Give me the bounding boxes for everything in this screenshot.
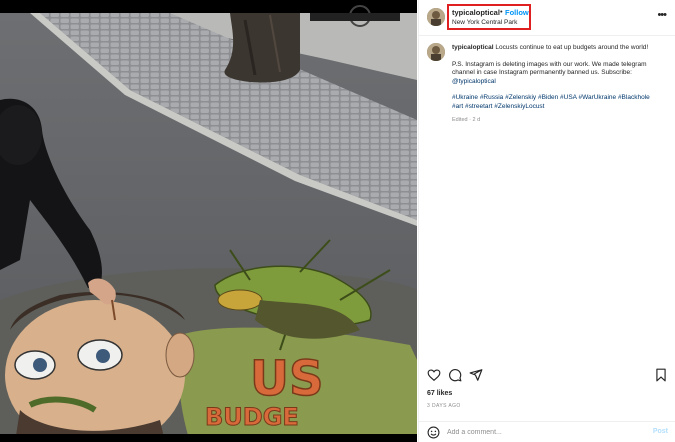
post-details-panel: typicaloptical • Follow New York Central… bbox=[418, 0, 675, 442]
caption-line2: P.S. Instagram is deleting images with o… bbox=[452, 60, 647, 77]
svg-text:US: US bbox=[250, 351, 324, 407]
caption-avatar[interactable] bbox=[427, 43, 445, 61]
comments-section[interactable]: typicaloptical Locusts continue to eat u… bbox=[419, 36, 675, 354]
more-horizontal-icon[interactable]: ••• bbox=[657, 9, 667, 21]
caption-username[interactable]: typicaloptical bbox=[452, 44, 494, 51]
edited-label: Edited · 2 d bbox=[452, 116, 481, 123]
post-photo[interactable]: US BUDGE bbox=[0, 0, 417, 442]
post-comment-button[interactable]: Post bbox=[653, 428, 668, 435]
comment-input[interactable] bbox=[447, 426, 627, 439]
hashtags[interactable]: #Ukraine #Russia #Zelenskiy #Biden #USA … bbox=[452, 94, 652, 111]
heart-icon[interactable] bbox=[427, 368, 441, 382]
avatar-image-icon bbox=[427, 8, 445, 26]
subscribe-handle-link[interactable]: @typicaloptical bbox=[452, 78, 496, 85]
bookmark-icon[interactable] bbox=[654, 368, 668, 382]
post-timestamp[interactable]: 3 DAYS AGO bbox=[427, 403, 461, 409]
emoji-icon[interactable] bbox=[427, 426, 440, 439]
post-header: typicaloptical • Follow New York Central… bbox=[419, 0, 675, 36]
action-bar bbox=[419, 362, 675, 386]
avatar[interactable] bbox=[427, 8, 445, 26]
avatar-image-icon bbox=[427, 43, 445, 61]
add-comment-bar: Post bbox=[419, 421, 675, 442]
comment-icon[interactable] bbox=[448, 368, 462, 382]
likes-count[interactable]: 67 likes bbox=[427, 390, 452, 397]
post-caption: typicaloptical Locusts continue to eat u… bbox=[452, 44, 652, 132]
highlight-box bbox=[447, 4, 531, 30]
caption-line1: Locusts continue to eat up budgets aroun… bbox=[495, 44, 649, 51]
street-art-image: US BUDGE bbox=[0, 0, 417, 442]
svg-text:BUDGE: BUDGE bbox=[205, 403, 299, 431]
share-icon[interactable] bbox=[469, 368, 483, 382]
